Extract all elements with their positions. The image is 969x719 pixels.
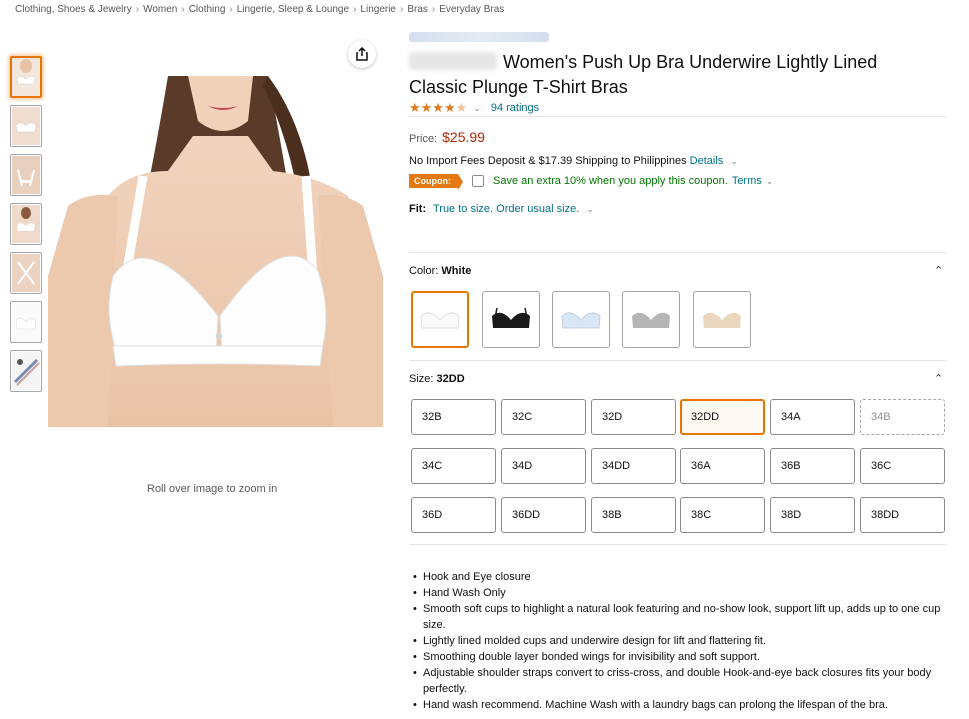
chevron-down-icon[interactable]: ⌄	[586, 204, 594, 214]
size-header: Size: 32DD	[409, 373, 465, 385]
price-label: Price:	[409, 133, 438, 145]
chevron-up-icon[interactable]: ⌃	[934, 264, 943, 277]
share-icon	[356, 47, 368, 61]
size-option[interactable]: 36D	[411, 497, 496, 533]
main-product-image[interactable]	[48, 76, 383, 427]
breadcrumb-item[interactable]: Lingerie, Sleep & Lounge	[237, 4, 349, 15]
feature-bullet: Hand Wash Only	[413, 585, 943, 601]
breadcrumb-item[interactable]: Women	[143, 4, 177, 15]
price-value: $25.99	[442, 129, 485, 145]
size-selected-value: 32DD	[436, 373, 465, 385]
thumbnail[interactable]	[10, 203, 42, 245]
size-option-selected[interactable]: 32DD	[680, 399, 765, 435]
price-row: Price: $25.99	[409, 129, 485, 145]
color-swatch-white[interactable]	[411, 291, 469, 348]
share-button[interactable]	[348, 40, 376, 68]
divider	[409, 116, 947, 117]
fit-label: Fit:	[409, 203, 427, 215]
size-option[interactable]: 36C	[860, 448, 945, 484]
color-label: Color:	[409, 265, 439, 277]
store-link-blurred[interactable]	[409, 32, 549, 42]
thumbnail[interactable]	[10, 301, 42, 343]
size-option[interactable]: 36B	[770, 448, 855, 484]
color-swatch-grey[interactable]	[622, 291, 680, 348]
product-title: Women's Push Up Bra Underwire Lightly Li…	[409, 52, 878, 97]
fit-value-link[interactable]: True to size. Order usual size.	[433, 203, 579, 215]
chevron-down-icon[interactable]: ⌄	[473, 103, 481, 114]
size-option[interactable]: 38DD	[860, 497, 945, 533]
size-option[interactable]: 36A	[680, 448, 765, 484]
color-swatch-black[interactable]	[482, 291, 540, 348]
zoom-hint: Roll over image to zoom in	[147, 483, 278, 495]
thumbnail-strip	[10, 56, 42, 399]
chevron-down-icon[interactable]: ⌄	[730, 156, 738, 166]
feature-bullet: Lightly lined molded cups and underwire …	[413, 633, 943, 649]
feature-bullet: Hook and Eye closure	[413, 569, 943, 585]
size-option[interactable]: 38B	[591, 497, 676, 533]
color-header: Color: White	[409, 265, 471, 277]
thumbnail[interactable]	[10, 252, 42, 294]
star-rating[interactable]: ★★★★★	[409, 100, 467, 116]
ratings-count-link[interactable]: 94 ratings	[491, 102, 539, 114]
thumbnail[interactable]	[10, 105, 42, 147]
color-swatch-light-blue[interactable]	[552, 291, 610, 348]
feature-bullet: Hand wash recommend. Machine Wash with a…	[413, 697, 943, 713]
feature-bullet: Adjustable shoulder straps convert to cr…	[413, 665, 943, 697]
feature-bullet: Smoothing double layer bonded wings for …	[413, 649, 943, 665]
feature-bullet: Smooth soft cups to highlight a natural …	[413, 601, 943, 633]
coupon-text: Save an extra 10% when you apply this co…	[492, 175, 728, 187]
shipping-details-link[interactable]: Details	[690, 155, 724, 167]
shipping-info: No Import Fees Deposit & $17.39 Shipping…	[409, 155, 748, 167]
coupon-checkbox[interactable]	[471, 175, 484, 187]
breadcrumb-item[interactable]: Bras	[407, 4, 428, 15]
size-option[interactable]: 38D	[770, 497, 855, 533]
breadcrumb: Clothing, Shoes & Jewelry › Women › Clothing…	[15, 4, 504, 15]
breadcrumb-item[interactable]: Clothing	[189, 4, 226, 15]
breadcrumb-separator: ›	[229, 4, 233, 15]
fit-row: Fit: True to size. Order usual size. ⌄	[409, 203, 604, 215]
breadcrumb-item[interactable]: Clothing, Shoes & Jewelry	[15, 4, 132, 15]
breadcrumb-separator: ›	[135, 4, 140, 15]
size-option[interactable]: 34DD	[591, 448, 676, 484]
size-option[interactable]: 34C	[411, 448, 496, 484]
breadcrumb-separator: ›	[400, 4, 404, 15]
color-swatch-beige[interactable]	[693, 291, 751, 348]
color-selected-value: White	[441, 265, 472, 277]
coupon-badge: Coupon:	[409, 174, 463, 190]
chevron-up-icon[interactable]: ⌃	[934, 372, 943, 385]
size-option[interactable]: 32B	[411, 399, 496, 435]
size-option[interactable]: 36DD	[501, 497, 586, 533]
coupon-row: Coupon: Save an extra 10% when you apply…	[409, 174, 783, 190]
size-option[interactable]: 32C	[501, 399, 586, 435]
breadcrumb-item[interactable]: Lingerie	[360, 4, 396, 15]
breadcrumb-separator: ›	[431, 4, 436, 15]
size-option[interactable]: 34A	[770, 399, 855, 435]
divider	[409, 252, 947, 253]
breadcrumb-separator: ›	[353, 4, 357, 15]
size-option[interactable]: 34D	[501, 448, 586, 484]
breadcrumb-item[interactable]: Everyday Bras	[439, 4, 504, 15]
rating-row: ★★★★★ ⌄ 94 ratings	[409, 100, 539, 116]
thumbnail[interactable]	[10, 350, 42, 392]
size-option[interactable]: 38C	[680, 497, 765, 533]
feature-bullets: Hook and Eye closure Hand Wash Only Smoo…	[413, 569, 943, 713]
divider	[409, 360, 947, 361]
thumbnail[interactable]	[10, 154, 42, 196]
thumbnail[interactable]	[10, 56, 42, 98]
size-option-unavailable[interactable]: 34B	[860, 399, 945, 435]
divider	[409, 544, 947, 545]
shipping-text: No Import Fees Deposit & $17.39 Shipping…	[409, 155, 687, 167]
chevron-down-icon[interactable]: ⌄	[766, 176, 774, 187]
coupon-terms-link[interactable]: Terms	[732, 175, 762, 187]
size-option[interactable]: 32D	[591, 399, 676, 435]
size-label: Size:	[409, 373, 434, 385]
breadcrumb-separator: ›	[181, 4, 185, 15]
